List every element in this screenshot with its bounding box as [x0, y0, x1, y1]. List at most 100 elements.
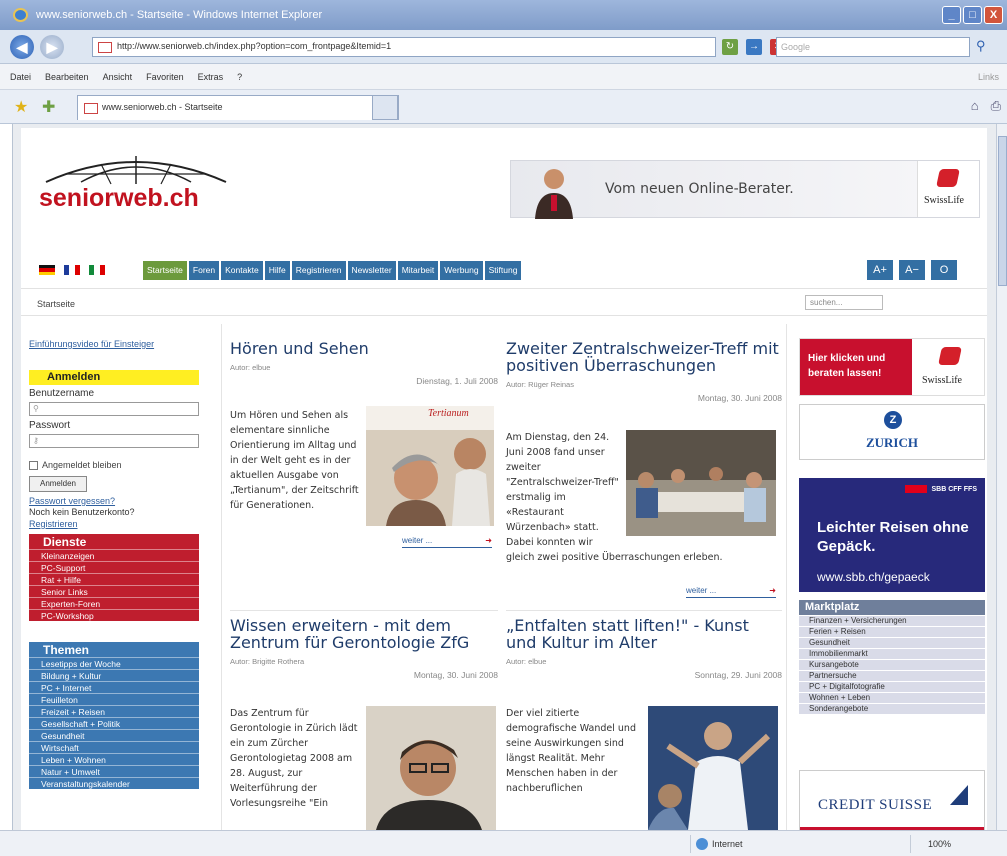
print-icon[interactable]: ⎙: [991, 98, 1001, 114]
article-entfalten-statt-liften: „Entfalten statt liften!" - Kunst und Ku…: [506, 610, 782, 680]
themen-item[interactable]: Freizeit + Reisen: [29, 705, 199, 717]
marktplatz-item[interactable]: PC + Digitalfotografie: [799, 681, 985, 692]
nav-hilfe[interactable]: Hilfe: [264, 261, 290, 280]
login-heading: Anmelden: [29, 370, 199, 385]
zoom-level[interactable]: 100%: [928, 839, 951, 849]
marktplatz-item[interactable]: Wohnen + Leben: [799, 692, 985, 703]
site-search-input[interactable]: suchen...: [805, 295, 883, 310]
dienste-item[interactable]: Experten-Foren: [29, 597, 199, 609]
article-date: Sonntag, 29. Juni 2008: [694, 670, 782, 680]
username-field[interactable]: ⚲: [29, 402, 199, 416]
forward-button[interactable]: ▶: [40, 35, 64, 59]
vertical-scrollbar[interactable]: [996, 124, 1007, 830]
go-icon[interactable]: →: [746, 39, 762, 55]
article-title[interactable]: Wissen erweitern - mit dem Zentrum für G…: [230, 617, 498, 651]
menu-favorites[interactable]: Favoriten: [146, 72, 184, 82]
nav-mitarbeit[interactable]: Mitarbeit: [397, 261, 439, 280]
refresh-icon[interactable]: ↻: [722, 39, 738, 55]
remember-label: Angemeldet bleiben: [42, 460, 122, 470]
nav-newsletter[interactable]: Newsletter: [347, 261, 396, 280]
nav-registrieren[interactable]: Registrieren: [291, 261, 346, 280]
sbb-ad[interactable]: SBB CFF FFS Leichter Reisen ohne Gepäck.…: [799, 478, 985, 592]
minimize-button[interactable]: _: [942, 6, 961, 24]
dienste-item[interactable]: Senior Links: [29, 585, 199, 597]
right-sidebar: Hier klicken und beraten lassen! SwissLi…: [797, 324, 987, 830]
themen-item[interactable]: Wirtschaft: [29, 741, 199, 753]
credit-suisse-ad[interactable]: CREDIT SUISSE: [799, 770, 985, 830]
themen-item[interactable]: Natur + Umwelt: [29, 765, 199, 777]
nav-stiftung[interactable]: Stiftung: [484, 261, 522, 280]
menu-tools[interactable]: Extras: [198, 72, 224, 82]
nav-startseite[interactable]: Startseite: [143, 261, 187, 280]
font-smaller-button[interactable]: A−: [899, 260, 925, 280]
marktplatz-item[interactable]: Ferien + Reisen: [799, 626, 985, 637]
marktplatz-item[interactable]: Sonderangebote: [799, 703, 985, 714]
address-toolbar: ◀ ▶ http://www.seniorweb.ch/index.php?op…: [0, 30, 1007, 64]
browser-search-input[interactable]: Google: [776, 37, 970, 57]
article-date: Montag, 30. Juni 2008: [413, 670, 498, 680]
article-author: Autor: Rüger Reinas: [506, 380, 574, 389]
address-input[interactable]: http://www.seniorweb.ch/index.php?option…: [92, 37, 716, 57]
marktplatz-item[interactable]: Partnersuche: [799, 670, 985, 681]
themen-item[interactable]: Bildung + Kultur: [29, 669, 199, 681]
nav-kontakte[interactable]: Kontakte: [221, 261, 263, 280]
themen-item[interactable]: Lesetipps der Woche: [29, 657, 199, 669]
nav-foren[interactable]: Foren: [188, 261, 220, 280]
article-title[interactable]: „Entfalten statt liften!" - Kunst und Ku…: [506, 617, 782, 651]
article-title[interactable]: Zweiter Zentralschweizer-Treff mit posit…: [506, 340, 782, 374]
home-icon[interactable]: ⌂: [971, 98, 979, 114]
dienste-item[interactable]: PC-Support: [29, 561, 199, 573]
nav-werbung[interactable]: Werbung: [440, 261, 483, 280]
flag-it-icon[interactable]: [89, 265, 105, 275]
sbb-logo-icon: [905, 485, 927, 493]
scrollbar-thumb[interactable]: [998, 136, 1007, 286]
themen-item[interactable]: Veranstaltungskalender: [29, 777, 199, 789]
themen-item[interactable]: PC + Internet: [29, 681, 199, 693]
flag-fr-icon[interactable]: [64, 265, 80, 275]
menu-file[interactable]: Datei: [10, 72, 31, 82]
swisslife-banner-ad[interactable]: Vom neuen Online-Berater. SwissLife: [510, 160, 980, 219]
register-link[interactable]: Registrieren: [29, 519, 78, 530]
marktplatz-item[interactable]: Finanzen + Versicherungen: [799, 615, 985, 626]
forgot-password-link[interactable]: Passwort vergessen?: [29, 496, 115, 507]
elderly-couple-image: [366, 430, 494, 526]
dienste-item[interactable]: Rat + Hilfe: [29, 573, 199, 585]
swisslife-side-ad[interactable]: Hier klicken und beraten lassen! SwissLi…: [799, 338, 985, 396]
themen-item[interactable]: Gesundheit: [29, 729, 199, 741]
themen-item[interactable]: Feuilleton: [29, 693, 199, 705]
back-button[interactable]: ◀: [10, 35, 34, 59]
browser-tab[interactable]: www.seniorweb.ch - Startseite: [77, 95, 399, 120]
font-larger-button[interactable]: A+: [867, 260, 893, 280]
favorites-star-icon[interactable]: ★: [14, 97, 28, 117]
marktplatz-item[interactable]: Immobilienmarkt: [799, 648, 985, 659]
themen-item[interactable]: Leben + Wohnen: [29, 753, 199, 765]
close-button[interactable]: X: [984, 6, 1003, 24]
search-icon[interactable]: ⚲: [976, 38, 986, 54]
marktplatz-item[interactable]: Kursangebote: [799, 659, 985, 670]
flag-de-icon[interactable]: [39, 265, 55, 275]
article-title[interactable]: Hören und Sehen: [230, 340, 498, 357]
dienste-item[interactable]: Kleinanzeigen: [29, 549, 199, 561]
links-label[interactable]: Links: [978, 72, 999, 82]
maximize-button[interactable]: □: [963, 6, 982, 24]
zurich-ad[interactable]: Z ZURICH: [799, 404, 985, 460]
menu-edit[interactable]: Bearbeiten: [45, 72, 89, 82]
add-favorite-icon[interactable]: ✚: [42, 97, 55, 117]
themen-item[interactable]: Gesellschaft + Politik: [29, 717, 199, 729]
read-more-link[interactable]: weiter ... ➜: [402, 536, 492, 548]
article-gerontologie: Wissen erweitern - mit dem Zentrum für G…: [230, 610, 498, 680]
marktplatz-item[interactable]: Gesundheit: [799, 637, 985, 648]
dienste-item[interactable]: PC-Workshop: [29, 609, 199, 621]
new-tab-button[interactable]: [372, 95, 398, 120]
menu-help[interactable]: ?: [237, 72, 242, 82]
font-reset-button[interactable]: O: [931, 260, 957, 280]
password-field[interactable]: ⚷: [29, 434, 199, 448]
menu-view[interactable]: Ansicht: [103, 72, 133, 82]
remember-me-checkbox[interactable]: Angemeldet bleiben: [29, 460, 122, 471]
read-more-link[interactable]: weiter ... ➜: [686, 586, 776, 598]
login-button[interactable]: Anmelden: [29, 476, 87, 492]
site-logo[interactable]: seniorweb.ch: [39, 184, 199, 213]
article-text: Um Hören und Sehen als elementare sinnli…: [230, 410, 359, 511]
meeting-photo: [626, 430, 776, 536]
intro-video-link[interactable]: Einführungsvideo für Einsteiger: [29, 338, 179, 350]
